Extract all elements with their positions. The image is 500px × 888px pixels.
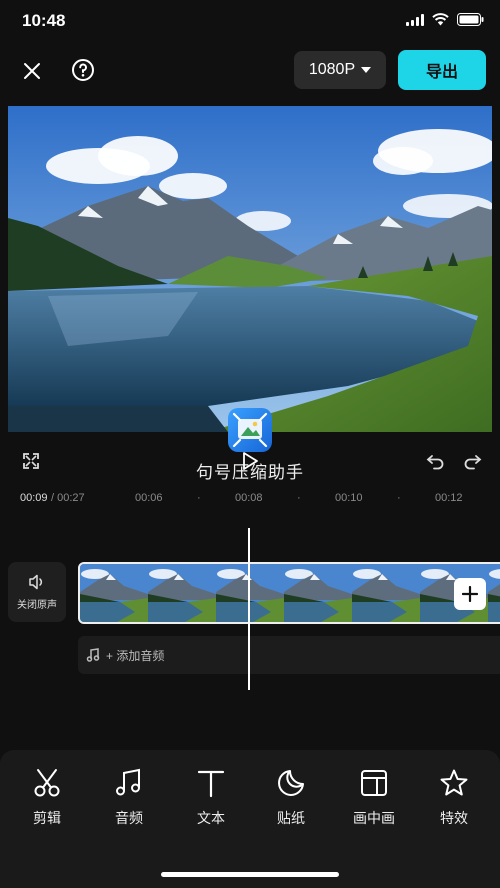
video-clip-track[interactable] xyxy=(78,562,500,624)
tick-dot: · xyxy=(297,492,301,504)
tick-label: 00:06 xyxy=(135,492,163,504)
tick-label: 00:12 xyxy=(435,492,463,504)
current-time: 00:09 xyxy=(20,492,48,504)
mute-label: 关闭原声 xyxy=(17,599,57,611)
tool-label: 特效 xyxy=(440,810,468,826)
resolution-select[interactable]: 1080P xyxy=(294,51,386,89)
tick-dot: · xyxy=(197,492,201,504)
close-icon[interactable] xyxy=(20,59,44,83)
time-ruler: 00:09 / 00:27 00:06 · 00:08 · 00:10 · 00… xyxy=(0,492,500,510)
add-clip-button[interactable] xyxy=(454,578,486,610)
add-audio-label: + 添加音频 xyxy=(106,648,165,663)
speaker-icon xyxy=(29,574,43,589)
tool-label: 音频 xyxy=(115,810,143,826)
add-audio-track[interactable]: + 添加音频 xyxy=(78,636,500,674)
resolution-value: 1080P xyxy=(308,61,356,78)
tool-picture-in-picture[interactable]: 画中画 xyxy=(339,768,409,828)
sticker-icon xyxy=(278,770,304,796)
clip-thumbnails xyxy=(80,564,500,622)
text-icon xyxy=(197,770,225,798)
preview-landscape-image xyxy=(8,106,492,432)
preview-controls xyxy=(0,448,500,476)
tool-audio[interactable]: 音频 xyxy=(94,768,164,828)
tick-label: 00:10 xyxy=(335,492,363,504)
cellular-signal-icon xyxy=(406,13,424,26)
video-preview[interactable] xyxy=(8,106,492,432)
wifi-icon xyxy=(432,13,449,26)
music-note-icon xyxy=(116,768,140,796)
home-indicator xyxy=(161,872,339,877)
tool-text[interactable]: 文本 xyxy=(176,768,246,828)
redo-icon[interactable] xyxy=(460,450,484,472)
tool-edit[interactable]: 剪辑 xyxy=(12,768,82,828)
caret-down-icon xyxy=(361,67,372,73)
tick-dot: · xyxy=(397,492,401,504)
tool-label: 贴纸 xyxy=(277,810,305,826)
plus-icon xyxy=(462,586,478,602)
scissors-icon xyxy=(34,769,60,797)
help-icon[interactable] xyxy=(70,57,96,83)
battery-icon xyxy=(457,13,484,26)
tool-effects[interactable]: 特效 xyxy=(419,768,489,828)
picture-in-picture-icon xyxy=(361,770,387,796)
fullscreen-icon[interactable] xyxy=(20,450,42,472)
mute-original-button[interactable]: 关闭原声 xyxy=(8,562,66,622)
tool-sticker[interactable]: 贴纸 xyxy=(256,768,326,828)
export-button[interactable]: 导出 xyxy=(398,50,486,90)
tool-label: 画中画 xyxy=(353,810,395,826)
status-icons xyxy=(406,13,484,26)
playhead[interactable] xyxy=(248,528,250,690)
app-logo-icon xyxy=(228,408,272,452)
status-bar: 10:48 xyxy=(0,0,500,44)
status-time: 10:48 xyxy=(22,11,66,30)
music-note-icon xyxy=(86,648,100,662)
top-bar: 1080P 导出 xyxy=(0,48,500,94)
star-icon xyxy=(440,769,468,796)
undo-icon[interactable] xyxy=(424,450,448,472)
tool-label: 剪辑 xyxy=(33,810,61,826)
bottom-toolbar: 剪辑 音频 文本 贴纸 画中画 特效 xyxy=(0,750,500,888)
tick-label: 00:08 xyxy=(235,492,263,504)
timeline[interactable]: 关闭原声 + 添加音频 xyxy=(0,528,500,698)
total-time: / 00:27 xyxy=(51,492,85,504)
tool-label: 文本 xyxy=(197,810,225,826)
play-icon[interactable] xyxy=(240,451,260,471)
